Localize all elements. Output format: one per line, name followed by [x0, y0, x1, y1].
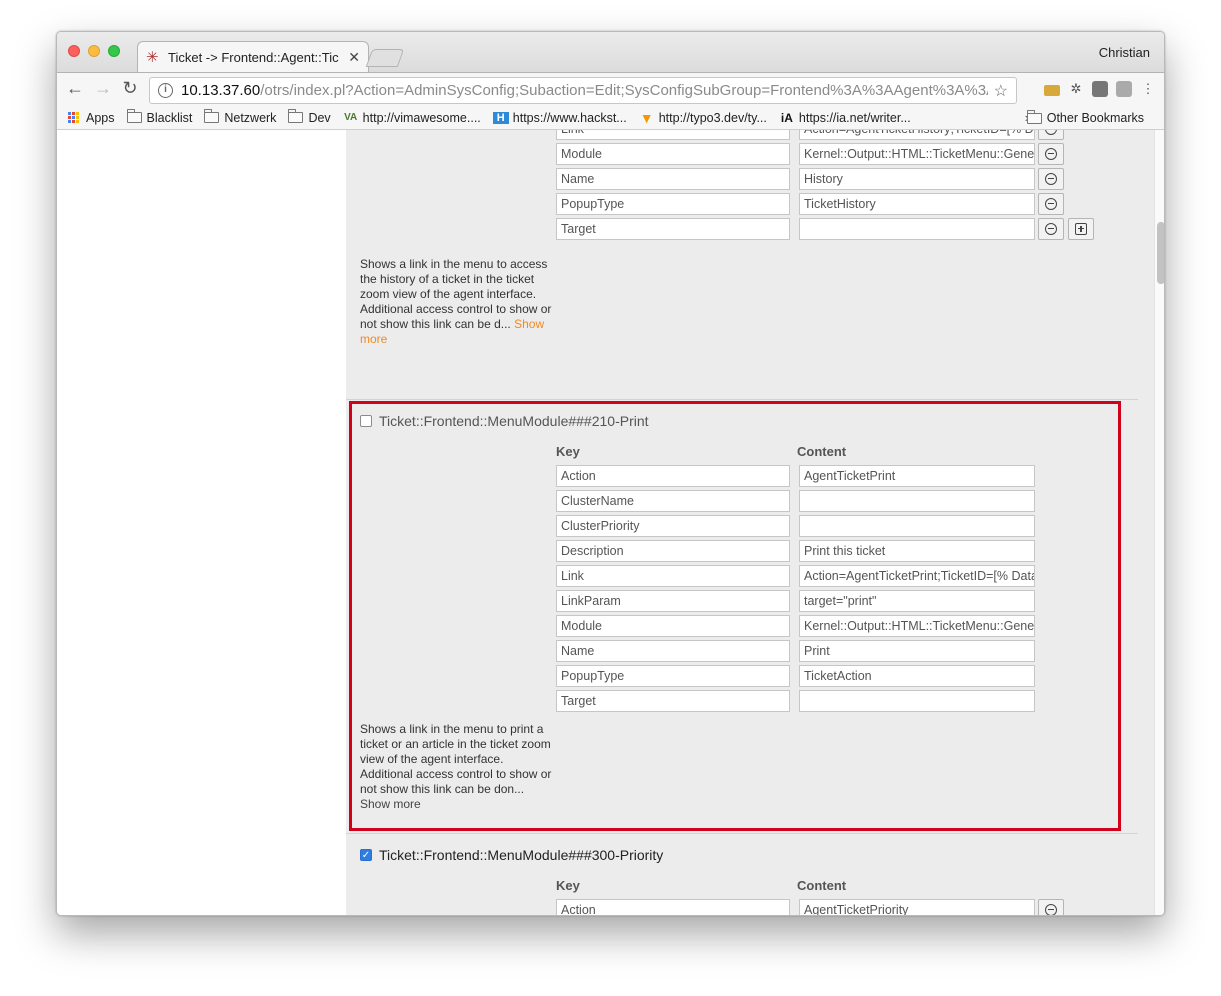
minus-circle-icon — [1045, 147, 1057, 160]
bookmark-blacklist[interactable]: Blacklist — [126, 109, 192, 125]
section-divider — [346, 399, 1138, 400]
remove-row-button[interactable] — [1038, 193, 1064, 215]
close-window-button[interactable] — [68, 45, 80, 57]
folder-icon — [1026, 109, 1042, 124]
remove-row-button[interactable] — [1038, 130, 1064, 140]
bookmark-typo3[interactable]: ▼ http://typo3.dev/ty... — [639, 110, 767, 126]
new-tab-button[interactable] — [365, 49, 405, 67]
plus-square-icon — [1075, 222, 1087, 235]
ia-writer-icon: iA — [780, 110, 793, 125]
url-host: 10.13.37.60 — [181, 82, 261, 99]
browser-tab[interactable]: ✳ Ticket -> Frontend::Agent::Tic ✕ — [137, 41, 369, 73]
minus-circle-icon — [1045, 197, 1057, 210]
scrollbar-thumb[interactable] — [1157, 222, 1164, 284]
browser-window: ✳ Ticket -> Frontend::Agent::Tic ✕ Chris… — [56, 31, 1165, 916]
tab-close-icon[interactable]: ✕ — [348, 49, 360, 66]
folder-icon — [288, 109, 304, 123]
vimawesome-icon: VA — [344, 112, 358, 123]
add-row-button[interactable] — [1068, 218, 1094, 240]
info-icon[interactable]: i — [158, 83, 173, 98]
bookmarks-bar: Apps Blacklist Netzwerk Dev VA http://vi… — [57, 106, 1164, 130]
content-input[interactable] — [799, 218, 1035, 240]
forward-arrow-icon[interactable]: → — [92, 78, 114, 99]
ruler-extension-icon[interactable] — [1044, 84, 1060, 96]
folder-icon — [126, 109, 142, 123]
bookmark-dev[interactable]: Dev — [288, 109, 331, 125]
content-input[interactable]: TicketHistory — [799, 193, 1035, 215]
puzzle-extension-icon[interactable] — [1116, 81, 1132, 97]
maximize-window-button[interactable] — [108, 45, 120, 57]
content-input[interactable]: AgentTicketPriority — [799, 899, 1035, 915]
section-divider — [346, 833, 1138, 834]
minus-circle-icon — [1045, 222, 1057, 235]
minimize-window-button[interactable] — [88, 45, 100, 57]
minus-circle-icon — [1045, 903, 1057, 915]
key-input[interactable]: Name — [556, 168, 790, 190]
bookmark-star-icon[interactable]: ☆ — [994, 81, 1008, 101]
back-arrow-icon[interactable]: ← — [64, 78, 86, 99]
otrs-favicon-icon: ✳ — [146, 48, 159, 66]
key-column-header: Key — [556, 878, 580, 893]
apps-grid-icon — [68, 111, 80, 124]
tab-title: Ticket -> Frontend::Agent::Tic — [168, 50, 339, 65]
content-input[interactable]: Kernel::Output::HTML::TicketMenu::Generi… — [799, 143, 1035, 165]
remove-row-button[interactable] — [1038, 218, 1064, 240]
url-path: /otrs/index.pl?Action=AdminSysConfig;Sub… — [260, 82, 988, 99]
bookmark-netzwerk[interactable]: Netzwerk — [204, 109, 276, 125]
minus-circle-icon — [1045, 172, 1057, 185]
key-input[interactable]: Target — [556, 218, 790, 240]
bookmark-vimawesome[interactable]: VA http://vimawesome.... — [343, 111, 481, 125]
minus-circle-icon — [1045, 130, 1057, 135]
bookmark-hackst[interactable]: H https://www.hackst... — [492, 111, 627, 125]
title-bar: ✳ Ticket -> Frontend::Agent::Tic ✕ Chris… — [57, 32, 1164, 73]
address-bar[interactable]: i 10.13.37.60 /otrs/index.pl?Action=Admi… — [149, 77, 1017, 104]
remove-row-button[interactable] — [1038, 143, 1064, 165]
folder-icon — [204, 109, 220, 123]
setting-header-priority: ✓ Ticket::Frontend::MenuModule###300-Pri… — [360, 847, 663, 863]
page-viewport: Link Action=AgentTicketHistory;TicketID=… — [57, 130, 1164, 915]
extension-icons: ✲ ⋮ — [1044, 81, 1156, 97]
highlight-annotation-box — [349, 401, 1121, 831]
vertical-scrollbar[interactable] — [1154, 130, 1164, 915]
key-input[interactable]: Module — [556, 143, 790, 165]
setting-description: Shows a link in the menu to access the h… — [360, 257, 552, 346]
remove-row-button[interactable] — [1038, 899, 1064, 915]
bookmark-other[interactable]: Other Bookmarks — [1026, 106, 1144, 130]
content-input[interactable]: History — [799, 168, 1035, 190]
profile-name[interactable]: Christian — [1099, 45, 1150, 60]
browser-toolbar: ← → ↻ i 10.13.37.60 /otrs/index.pl?Actio… — [57, 72, 1164, 106]
key-input[interactable]: Action — [556, 899, 790, 915]
remove-row-button[interactable] — [1038, 168, 1064, 190]
grey-extension-icon[interactable] — [1092, 81, 1108, 97]
menu-kebab-icon[interactable]: ⋮ — [1140, 81, 1156, 97]
content-input[interactable]: Action=AgentTicketHistory;TicketID=[% Da… — [799, 130, 1035, 140]
key-input[interactable]: PopupType — [556, 193, 790, 215]
hackst-icon: H — [492, 111, 509, 124]
reload-icon[interactable]: ↻ — [119, 78, 141, 99]
typo3-icon: ▼ — [639, 109, 654, 126]
bookmark-apps[interactable]: Apps — [68, 111, 115, 125]
key-input[interactable]: Link — [556, 130, 790, 140]
setting-name: Ticket::Frontend::MenuModule###300-Prior… — [379, 847, 664, 863]
content-column-header: Content — [797, 878, 847, 893]
bug-extension-icon[interactable]: ✲ — [1068, 81, 1084, 97]
setting-checkbox-checked[interactable]: ✓ — [360, 849, 372, 861]
bookmark-ia-writer[interactable]: iA https://ia.net/writer... — [779, 111, 911, 125]
